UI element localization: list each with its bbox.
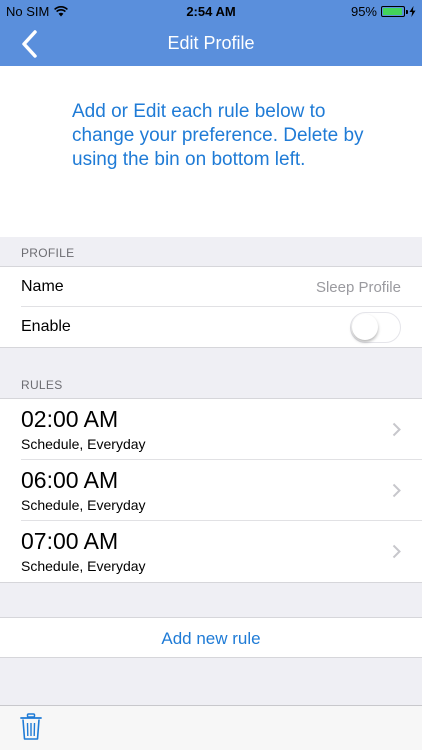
- intro-text: Add or Edit each rule below to change yo…: [72, 101, 364, 170]
- charging-bolt-icon: [409, 6, 416, 17]
- navigation-bar: Edit Profile: [0, 22, 422, 66]
- status-bar: No SIM 2:54 AM 95%: [0, 0, 422, 22]
- add-new-rule-label: Add new rule: [161, 629, 261, 648]
- rule-time: 02:00 AM: [21, 406, 119, 432]
- rule-time: 06:00 AM: [21, 467, 119, 493]
- name-row[interactable]: Name Sleep Profile: [21, 267, 422, 307]
- page-title: Edit Profile: [167, 33, 255, 53]
- battery-level-fill: [383, 8, 402, 15]
- rule-detail: Schedule, Everyday: [21, 497, 146, 513]
- profile-group: Name Sleep Profile Enable: [0, 266, 422, 348]
- rule-row[interactable]: 06:00 AM Schedule, Everyday: [21, 460, 422, 521]
- rule-row[interactable]: 02:00 AM Schedule, Everyday: [21, 399, 422, 460]
- battery-group: 95%: [351, 4, 416, 19]
- rules-group: 02:00 AM Schedule, Everyday 06:00 AM Sch…: [0, 398, 422, 583]
- name-label: Name: [21, 278, 64, 295]
- rule-detail: Schedule, Everyday: [21, 436, 146, 452]
- add-new-rule-button[interactable]: Add new rule: [0, 617, 422, 658]
- battery-icon: [381, 6, 408, 17]
- rules-section-header: RULES: [21, 378, 63, 392]
- chevron-right-icon: [392, 422, 401, 437]
- rule-detail: Schedule, Everyday: [21, 558, 146, 574]
- toggle-knob: [352, 314, 378, 340]
- name-value[interactable]: Sleep Profile: [316, 279, 401, 296]
- enable-label: Enable: [21, 318, 71, 335]
- chevron-right-icon: [392, 544, 401, 559]
- enable-toggle[interactable]: [350, 312, 401, 343]
- bottom-toolbar: [0, 705, 422, 750]
- rule-row[interactable]: 07:00 AM Schedule, Everyday: [21, 521, 422, 582]
- trash-icon[interactable]: [20, 713, 42, 741]
- enable-row: Enable: [21, 307, 422, 347]
- chevron-right-icon: [392, 483, 401, 498]
- intro-panel: Add or Edit each rule below to change yo…: [0, 66, 422, 237]
- profile-section-header: PROFILE: [21, 246, 75, 260]
- rule-time: 07:00 AM: [21, 528, 119, 554]
- battery-percent: 95%: [350, 4, 377, 19]
